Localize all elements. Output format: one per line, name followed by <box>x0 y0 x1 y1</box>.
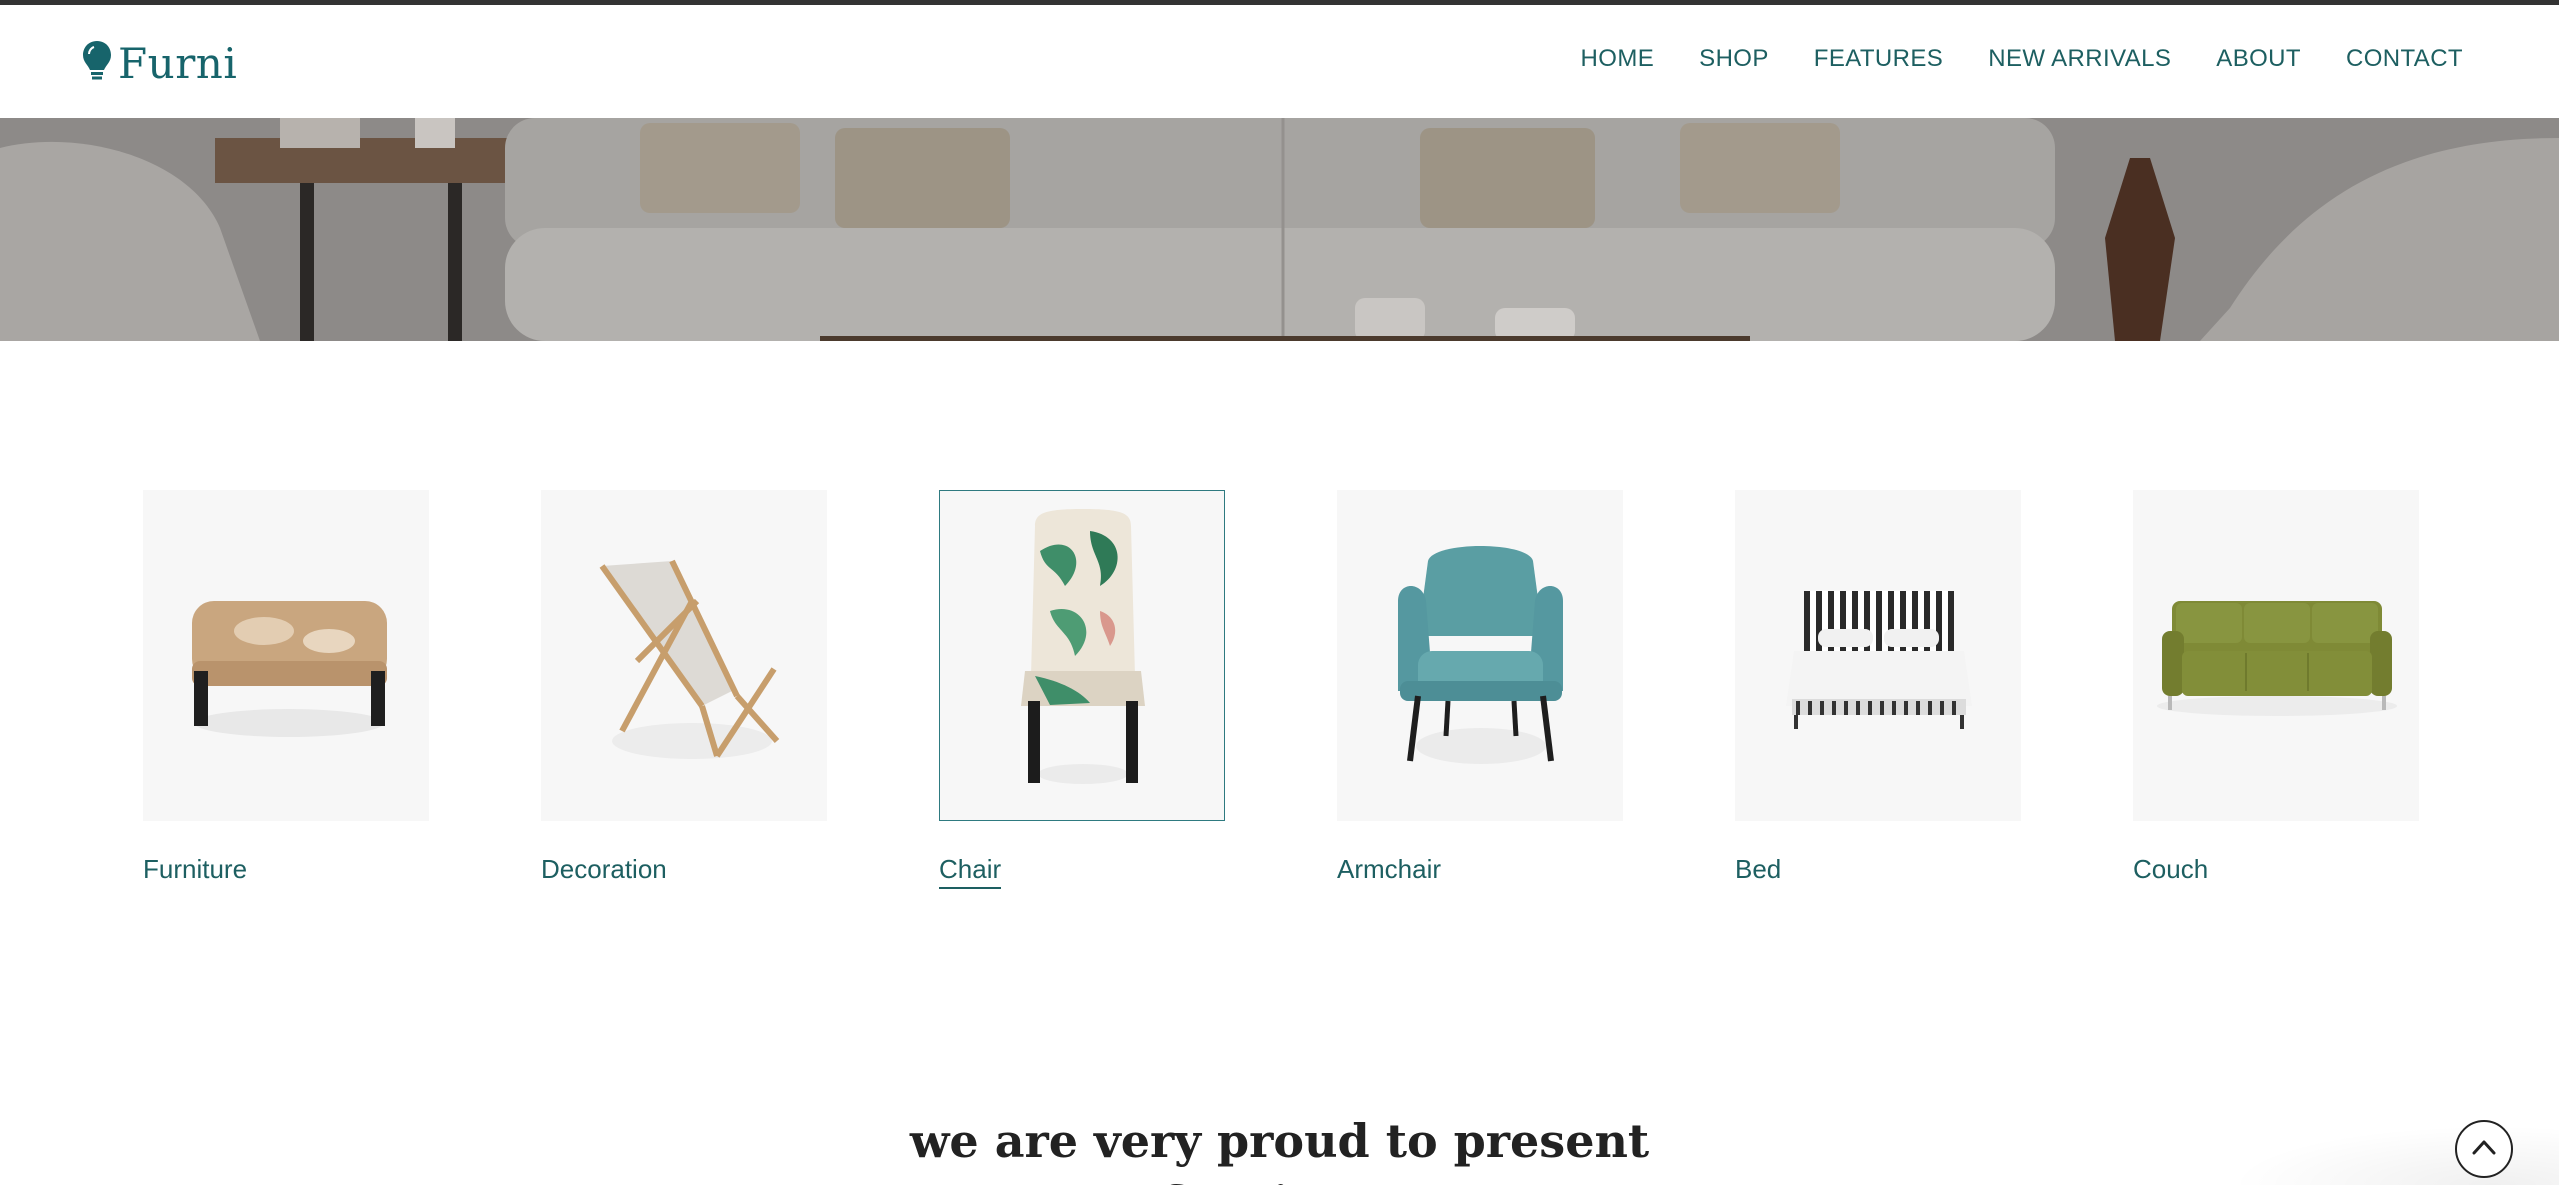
nav-about[interactable]: ABOUT <box>2216 45 2301 73</box>
category-label[interactable]: Armchair <box>1337 854 1441 885</box>
section-title-line1: we are very proud to present <box>909 1114 1650 1168</box>
category-furniture[interactable]: Furniture <box>143 490 429 885</box>
nav-shop[interactable]: SHOP <box>1699 45 1769 73</box>
category-label[interactable]: Bed <box>1735 854 1781 885</box>
nav-features[interactable]: FEATURES <box>1814 45 1943 73</box>
section-title-line2: furniture <box>1161 1176 1398 1185</box>
chevron-up-icon <box>2471 1138 2497 1161</box>
category-label[interactable]: Decoration <box>541 854 667 885</box>
armchair-image <box>1398 546 1563 764</box>
main-nav: HOME SHOP FEATURES NEW ARRIVALS ABOUT CO… <box>1581 45 2463 73</box>
category-armchair[interactable]: Armchair <box>1337 490 1623 885</box>
category-image-box[interactable] <box>143 490 429 821</box>
nav-new-arrivals[interactable]: NEW ARRIVALS <box>1988 45 2171 73</box>
ottoman-image <box>192 601 387 737</box>
category-image-box[interactable] <box>2133 490 2419 821</box>
hero-image <box>0 118 2559 341</box>
nav-home[interactable]: HOME <box>1581 45 1655 73</box>
category-image-box[interactable] <box>541 490 827 821</box>
brand-name: Furni <box>118 39 238 88</box>
bed-image <box>1786 591 1972 729</box>
couch-image <box>2157 601 2397 716</box>
category-label[interactable]: Furniture <box>143 854 247 885</box>
site-header: Furni HOME SHOP FEATURES NEW ARRIVALS AB… <box>0 5 2559 118</box>
category-bed[interactable]: Bed <box>1735 490 2021 885</box>
category-image-box[interactable] <box>1735 490 2021 821</box>
hero-banner <box>0 118 2559 341</box>
nav-contact[interactable]: CONTACT <box>2346 45 2463 73</box>
category-label[interactable]: Chair <box>939 854 1002 889</box>
category-image-box[interactable] <box>1337 490 1623 821</box>
category-label[interactable]: Couch <box>2133 854 2208 885</box>
category-couch[interactable]: Couch <box>2133 490 2419 885</box>
category-decoration[interactable]: Decoration <box>541 490 827 885</box>
scroll-top-button[interactable] <box>2455 1120 2513 1178</box>
category-image-box-active[interactable] <box>939 490 1225 821</box>
chair-image <box>1021 509 1145 784</box>
category-chair[interactable]: Chair <box>939 490 1225 889</box>
logo[interactable]: Furni <box>82 39 237 88</box>
category-grid: Furniture Decoration Chair Armchair Bed … <box>143 490 2419 890</box>
deck-chair-image <box>599 559 780 759</box>
bulb-icon <box>82 39 112 88</box>
section-title: we are very proud to present furniture <box>0 1110 2559 1185</box>
